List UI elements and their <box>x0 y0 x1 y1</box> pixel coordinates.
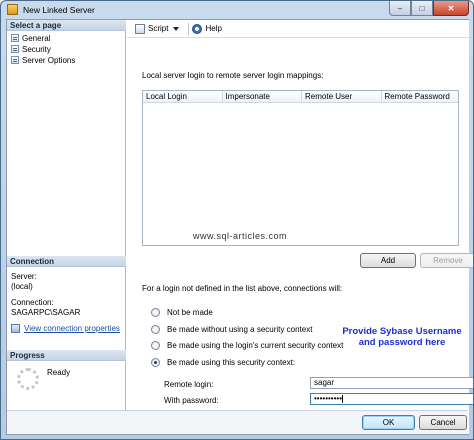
watermark-text: www.sql-articles.com <box>193 231 288 241</box>
server-label: Server: <box>11 272 37 281</box>
progress-status: Ready <box>47 368 71 377</box>
view-connection-properties-link[interactable]: View connection properties <box>11 324 120 333</box>
help-button[interactable]: Help <box>192 23 222 34</box>
chevron-down-icon[interactable] <box>173 26 180 31</box>
column-header[interactable]: Remote Password <box>382 91 459 103</box>
login-mappings-grid[interactable]: Local Login Impersonate Remote User Remo… <box>142 90 459 246</box>
remote-login-input[interactable]: sagar <box>310 377 473 389</box>
sidebar-item-label: Server Options <box>22 55 76 65</box>
toolbar: Script Help <box>127 20 469 38</box>
sidebar-item-general[interactable]: General <box>11 33 50 43</box>
close-button[interactable]: ✕ <box>433 1 469 16</box>
dialog-client: Select a page General Security Server Op… <box>6 19 473 435</box>
annotation-callout: Provide Sybase Username and password her… <box>342 326 462 348</box>
page-icon <box>11 45 19 53</box>
title-bar[interactable]: New Linked Server – □ ✕ <box>1 1 473 19</box>
column-header[interactable]: Local Login <box>143 91 223 103</box>
text-caret <box>342 394 344 403</box>
script-label: Script <box>148 24 169 33</box>
progress-spinner-icon <box>17 368 39 390</box>
password-mask: •••••••••• <box>314 394 343 403</box>
ok-button[interactable]: OK <box>362 415 415 430</box>
dialog-footer: OK Cancel <box>7 410 468 434</box>
sidebar-item-label: General <box>22 33 51 43</box>
option-label: Be made using this security context: <box>167 358 296 367</box>
link-label: View connection properties <box>24 324 120 333</box>
password-label: With password: <box>164 396 219 405</box>
page-icon <box>11 56 19 64</box>
add-button[interactable]: Add <box>360 253 416 268</box>
select-page-header: Select a page <box>7 20 126 31</box>
progress-header: Progress <box>7 350 126 361</box>
unmapped-login-note: For a login not defined in the list abov… <box>142 284 343 293</box>
grid-header: Local Login Impersonate Remote User Remo… <box>143 91 458 103</box>
column-header[interactable]: Remote User <box>302 91 382 103</box>
radio-button[interactable] <box>151 308 160 317</box>
mappings-description: Local server login to remote server logi… <box>142 71 324 80</box>
dialog-window: New Linked Server – □ ✕ Select a page Ge… <box>0 0 474 440</box>
option-current-security-context[interactable]: Be made using the login's current securi… <box>151 341 343 350</box>
script-button[interactable]: Script <box>135 23 180 34</box>
connection-value: SAGARPC\SAGAR <box>11 308 81 317</box>
remote-login-label: Remote login: <box>164 380 214 389</box>
app-icon <box>7 4 18 15</box>
radio-button[interactable] <box>151 341 160 350</box>
password-input[interactable]: •••••••••• <box>310 393 473 405</box>
radio-button-checked[interactable] <box>151 358 160 367</box>
option-label: Be made without using a security context <box>167 325 313 334</box>
sidebar-item-label: Security <box>22 44 51 54</box>
sidebar: Select a page General Security Server Op… <box>7 20 126 434</box>
window-controls: – □ ✕ <box>389 1 469 16</box>
minimize-button[interactable]: – <box>389 1 411 16</box>
sidebar-item-server-options[interactable]: Server Options <box>11 55 75 65</box>
properties-icon <box>11 324 20 333</box>
option-without-security-context[interactable]: Be made without using a security context <box>151 325 312 334</box>
column-header[interactable]: Impersonate <box>223 91 302 103</box>
sidebar-item-security[interactable]: Security <box>11 44 51 54</box>
connection-header: Connection <box>7 256 126 267</box>
help-label: Help <box>205 24 222 33</box>
server-value: (local) <box>11 282 33 291</box>
security-page: Script Help Local server login to remote… <box>127 20 473 434</box>
connection-label: Connection: <box>11 298 54 307</box>
remove-button[interactable]: Remove <box>420 253 473 268</box>
option-label: Be made using the login's current securi… <box>167 341 344 350</box>
window-title: New Linked Server <box>23 5 95 15</box>
help-icon <box>192 23 203 34</box>
option-label: Not be made <box>167 308 213 317</box>
cancel-button[interactable]: Cancel <box>419 415 467 430</box>
script-icon <box>135 23 145 34</box>
maximize-button[interactable]: □ <box>411 1 433 16</box>
toolbar-separator <box>188 22 190 35</box>
option-this-security-context[interactable]: Be made using this security context: <box>151 358 295 367</box>
option-not-be-made[interactable]: Not be made <box>151 308 213 317</box>
page-icon <box>11 34 19 42</box>
radio-button[interactable] <box>151 325 160 334</box>
